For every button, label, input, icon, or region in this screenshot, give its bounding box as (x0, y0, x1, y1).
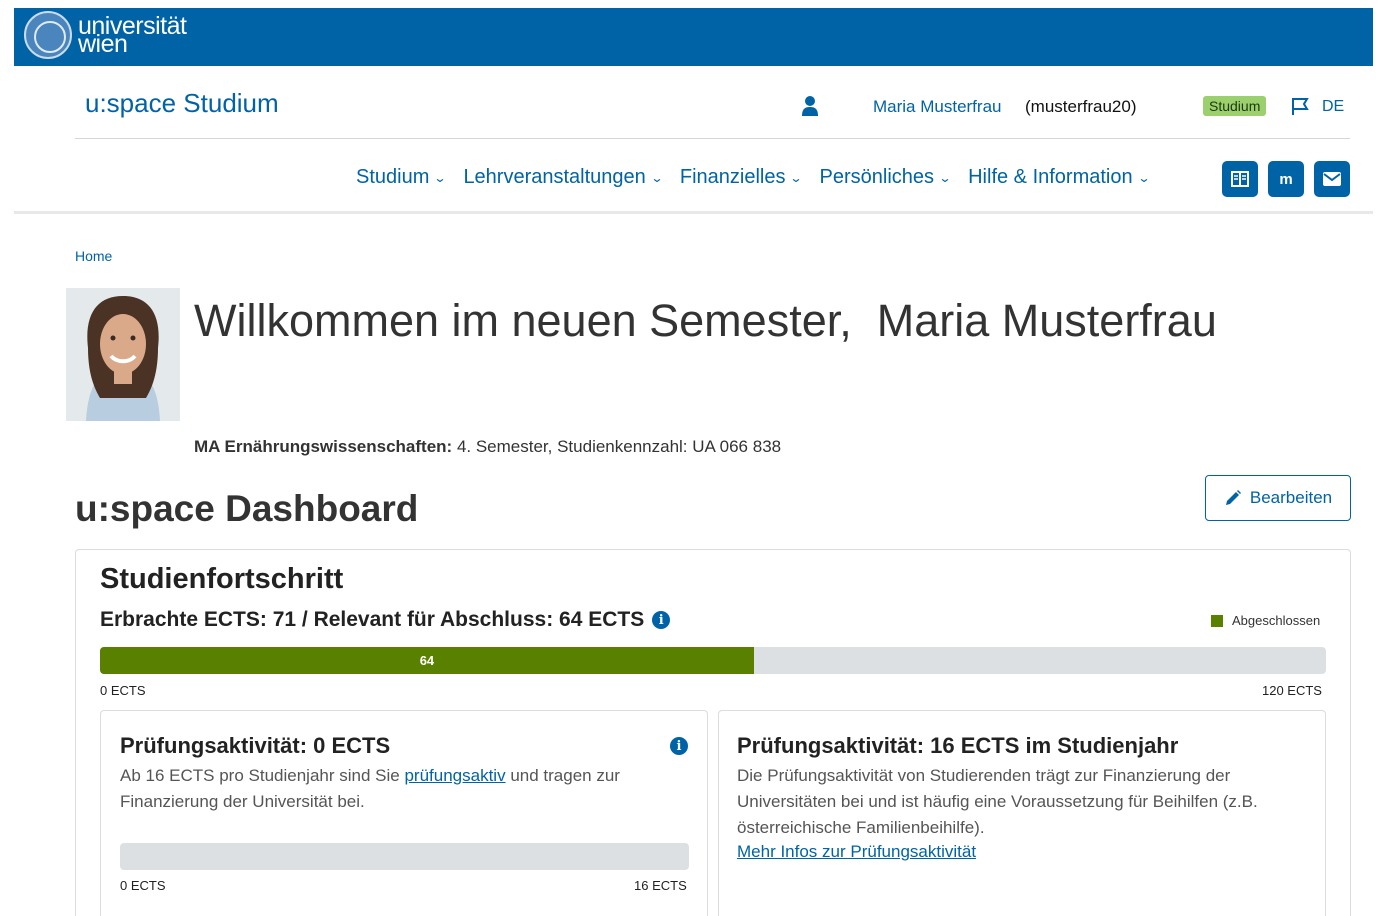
pruefungsaktiv-link[interactable]: prüfungsaktiv (404, 766, 505, 785)
logo-text: universität wien (78, 12, 187, 58)
more-info-link[interactable]: Mehr Infos zur Prüfungsaktivität (737, 842, 976, 862)
legend: Abgeschlossen (1211, 613, 1320, 628)
chevron-down-icon: ⌄ (789, 170, 804, 185)
chevron-down-icon: ⌄ (650, 170, 664, 185)
activity-progress-bar (120, 843, 689, 870)
app-title[interactable]: u:space Studium (85, 88, 279, 119)
progress-title: Studienfortschritt (100, 563, 344, 595)
ects-summary: Erbrachte ECTS: 71 / Relevant für Abschl… (100, 608, 671, 632)
chevron-down-icon: ⌄ (938, 170, 952, 185)
university-logo[interactable]: universität wien (24, 11, 187, 59)
legend-swatch (1211, 614, 1223, 627)
chevron-down-icon: ⌄ (1137, 170, 1151, 185)
chevron-down-icon: ⌄ (433, 170, 447, 185)
flag-icon[interactable] (1290, 96, 1310, 116)
user-name-link[interactable]: Maria Musterfrau (873, 97, 1001, 117)
language-switch[interactable]: DE (1322, 98, 1344, 116)
activity-axis-max: 16 ECTS (634, 878, 687, 893)
pencil-icon (1225, 490, 1241, 505)
study-program: MA Ernährungswissenschaften: 4. Semester… (194, 437, 782, 456)
user-id: (musterfrau20) (1025, 97, 1137, 116)
info-icon[interactable]: i (670, 737, 688, 755)
nav-hilfe-information[interactable]: Hilfe & Information ⌄ (968, 166, 1151, 189)
activity-right-title: Prüfungsaktivität: 16 ECTS im Studienjah… (737, 733, 1179, 758)
mail-icon[interactable] (1314, 161, 1350, 197)
progress-axis-max: 120 ECTS (1262, 683, 1322, 698)
welcome-heading: Willkommen im neuen Semester, Maria Must… (194, 295, 1217, 346)
user-icon (802, 96, 818, 116)
divider (75, 138, 1350, 139)
nav-persoenliches[interactable]: Persönliches ⌄ (820, 166, 952, 189)
activity-axis-min: 0 ECTS (120, 878, 166, 893)
activity-left-title: Prüfungsaktivität: 0 ECTS (120, 733, 391, 758)
avatar (66, 288, 180, 421)
info-icon[interactable]: i (652, 611, 671, 629)
dashboard-title: u:space Dashboard (75, 488, 419, 529)
main-nav: Studium ⌄ Lehrveranstaltungen ⌄ Finanziell… (356, 166, 1151, 189)
nav-finanzielles[interactable]: Finanzielles ⌄ (680, 166, 804, 189)
nav-lehrveranstaltungen[interactable]: Lehrveranstaltungen ⌄ (463, 166, 664, 189)
progress-axis-min: 0 ECTS (100, 683, 146, 698)
university-header: universität wien (14, 8, 1373, 66)
book-icon[interactable] (1222, 161, 1258, 197)
role-badge: Studium (1203, 96, 1267, 116)
nav-divider (14, 211, 1373, 214)
breadcrumb[interactable]: Home (75, 248, 112, 264)
moodle-icon[interactable]: m (1268, 161, 1304, 197)
activity-right-text: Die Prüfungsaktivität von Studierenden t… (737, 766, 1258, 837)
university-seal-icon (24, 11, 72, 59)
progress-bar: 64 (100, 647, 1326, 674)
progress-bar-fill: 64 (100, 647, 754, 674)
edit-button[interactable]: Bearbeiten (1205, 475, 1351, 521)
activity-left-text: Ab 16 ECTS pro Studienjahr sind Sie prüf… (120, 766, 620, 811)
nav-studium[interactable]: Studium ⌄ (356, 166, 447, 189)
